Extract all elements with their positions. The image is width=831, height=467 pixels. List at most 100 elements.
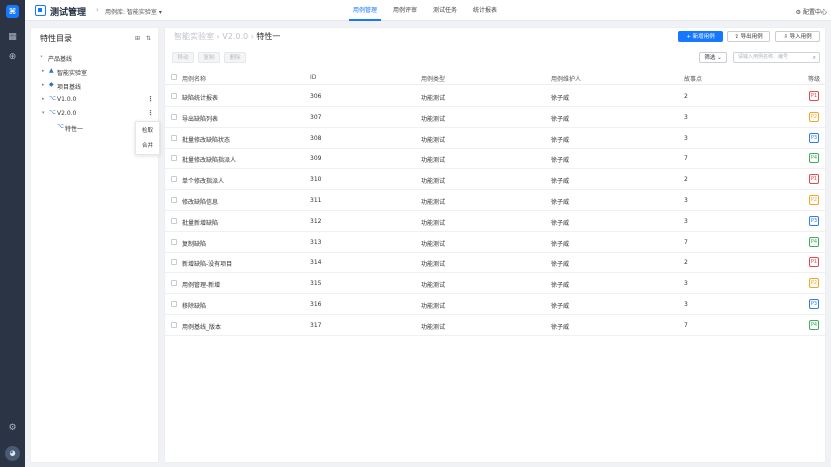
case-name-cell[interactable]: 用例管理-新增 — [182, 280, 220, 289]
case-name-cell[interactable]: 修改缺陷信息 — [182, 197, 218, 206]
case-id-cell: 306 — [310, 93, 322, 100]
app-title: 测试管理 — [50, 8, 87, 18]
top-nav: 用例管理 用例评审 测试任务 统计报表 — [345, 0, 505, 21]
tree-node-product-baseline[interactable]: • 产品基线 — [31, 52, 160, 64]
nav-tab-case-management[interactable]: 用例管理 — [345, 0, 385, 21]
row-checkbox[interactable] — [171, 113, 177, 120]
sort-icon[interactable]: ⇅ — [146, 35, 151, 42]
case-name-cell[interactable]: 批量新增缺陷 — [182, 218, 218, 227]
table-row[interactable]: 用例基线_版本 317 功能测试 徐子威 7 P4 — [165, 315, 825, 336]
tree-node-smart-lab[interactable]: ▸ ▲ 智能实验室 — [31, 66, 160, 78]
settings-gear-icon[interactable]: ⚙ — [7, 423, 18, 434]
tree-node-project-baseline[interactable]: ▸ ◆ 项目基线 — [31, 80, 160, 92]
baseline-icon: ◆ — [49, 81, 54, 88]
context-menu-merge[interactable]: 合并 — [136, 140, 159, 152]
table-row[interactable]: 批量修改缺陷指派人 309 功能测试 徐子威 7 P4 — [165, 148, 825, 170]
library-selector[interactable]: 用例库: 智能实验室 ▾ — [105, 7, 162, 16]
tree-node-v100[interactable]: ▸ ⌥ V1.0.0 ⋮ — [31, 94, 160, 106]
case-name-cell[interactable]: 新增缺陷-没有项目 — [182, 259, 232, 268]
more-vertical-icon[interactable]: ⋮ — [147, 109, 154, 117]
nav-tab-test-tasks[interactable]: 测试任务 — [425, 0, 465, 21]
top-bar: 测试管理 › 用例库: 智能实验室 ▾ 用例管理 用例评审 测试任务 统计报表 … — [25, 0, 831, 21]
search-input[interactable]: 请输入用例名称、编号 ⌕ — [733, 52, 820, 63]
nav-tab-case-review[interactable]: 用例评审 — [385, 0, 425, 21]
lab-icon: ▲ — [49, 67, 54, 74]
caret-right-icon[interactable]: ▸ — [42, 96, 45, 102]
case-name-cell[interactable]: 批量修改缺陷指派人 — [182, 155, 236, 164]
select-all-checkbox[interactable] — [171, 74, 177, 80]
row-checkbox[interactable] — [171, 280, 177, 287]
caret-down-icon[interactable]: ▾ — [42, 110, 45, 116]
caret-right-icon[interactable]: ▸ — [42, 68, 45, 74]
context-menu-checkout[interactable]: 检取 — [136, 125, 159, 137]
case-type-cell: 功能测试 — [421, 261, 446, 269]
add-folder-icon[interactable]: ⊞ — [135, 35, 140, 42]
caret-right-icon[interactable]: ▸ — [42, 82, 45, 88]
feature-icon: ⌥ — [57, 123, 64, 130]
case-name-cell[interactable]: 导出缺陷列表 — [182, 114, 218, 123]
breadcrumb-version[interactable]: V2.0.0 — [222, 32, 248, 41]
version-branch-icon: ⌥ — [49, 95, 56, 102]
row-checkbox[interactable] — [171, 259, 177, 266]
row-checkbox[interactable] — [171, 301, 177, 307]
table-row[interactable]: 批量修改缺陷状态 308 功能测试 徐子威 3 P3 — [165, 128, 825, 149]
row-checkbox[interactable] — [171, 93, 177, 99]
import-cases-button[interactable]: ⇩ 导入用例 — [775, 31, 820, 42]
col-id[interactable]: ID — [310, 74, 316, 81]
table-row[interactable]: 单个修改指派人 310 功能测试 徐子威 2 P1 — [165, 169, 825, 191]
priority-badge: P1 — [809, 91, 819, 101]
case-name-cell[interactable]: 移除缺陷 — [182, 301, 206, 310]
case-type-cell: 功能测试 — [421, 240, 446, 248]
filter-button[interactable]: 筛选 ⌄ — [699, 52, 727, 63]
priority-badge: P2 — [809, 195, 819, 205]
row-checkbox[interactable] — [171, 155, 177, 162]
col-case-name[interactable]: 用例名称 — [182, 74, 206, 83]
move-button[interactable]: 移动 — [172, 52, 194, 63]
col-story-points[interactable]: 故事点 — [684, 74, 702, 83]
user-avatar[interactable]: ◕ — [5, 446, 20, 461]
case-type-cell: 功能测试 — [421, 282, 446, 290]
apps-grid-icon[interactable]: ▦ — [7, 32, 18, 43]
row-checkbox[interactable] — [171, 134, 177, 141]
table-row[interactable]: 导出缺陷列表 307 功能测试 徐子威 3 P2 — [165, 107, 825, 128]
delete-button[interactable]: 删除 — [224, 52, 246, 63]
story-points-cell: 2 — [684, 93, 688, 100]
row-checkbox[interactable] — [171, 217, 177, 224]
table-row[interactable]: 修改缺陷信息 311 功能测试 徐子威 3 P2 — [165, 190, 825, 211]
copy-button[interactable]: 复制 — [198, 52, 220, 63]
table-row[interactable]: 移除缺陷 316 功能测试 徐子威 3 P3 — [165, 294, 825, 315]
priority-badge: P4 — [809, 319, 819, 330]
table-row[interactable]: 新增缺陷-没有项目 314 功能测试 徐子威 2 P1 — [165, 252, 825, 274]
row-checkbox[interactable] — [171, 321, 177, 328]
case-name-cell[interactable]: 批量修改缺陷状态 — [182, 135, 230, 144]
add-circle-icon[interactable]: ⊕ — [7, 52, 18, 63]
new-case-button[interactable]: + 新增用例 — [678, 31, 723, 42]
table-row[interactable]: 批量新增缺陷 312 功能测试 徐子威 3 P3 — [165, 211, 825, 232]
case-name-cell[interactable]: 用例基线_版本 — [182, 322, 221, 331]
case-name-cell[interactable]: 复制缺陷 — [182, 239, 206, 248]
case-name-cell[interactable]: 缺陷统计报表 — [182, 93, 218, 102]
export-icon: ⇪ — [734, 34, 739, 40]
col-maintainer[interactable]: 用例维护人 — [551, 74, 581, 83]
col-level[interactable]: 等级 — [808, 74, 820, 83]
test-management-icon — [35, 5, 46, 16]
export-cases-button[interactable]: ⇪ 导出用例 — [727, 31, 770, 42]
tree-node-v200[interactable]: ▾ ⌥ V2.0.0 ⋮ — [31, 108, 160, 120]
row-checkbox[interactable] — [171, 197, 177, 203]
row-checkbox[interactable] — [171, 238, 177, 245]
config-center-link[interactable]: ⚙ 配置中心 — [796, 7, 827, 16]
priority-badge: P4 — [809, 153, 819, 164]
story-points-cell: 3 — [684, 113, 688, 121]
app-logo-icon[interactable]: ⌘ — [6, 5, 19, 18]
table-row[interactable]: 缺陷统计报表 306 功能测试 徐子威 2 P1 — [165, 86, 825, 107]
col-case-type[interactable]: 用例类型 — [421, 74, 445, 83]
table-row[interactable]: 复制缺陷 313 功能测试 徐子威 7 P4 — [165, 232, 825, 253]
nav-tab-statistics[interactable]: 统计报表 — [465, 0, 505, 21]
case-name-cell[interactable]: 单个修改指派人 — [182, 176, 224, 185]
case-id-cell: 309 — [310, 155, 322, 163]
breadcrumb-lab[interactable]: 智能实验室 — [174, 32, 214, 41]
story-points-cell: 3 — [684, 280, 688, 288]
row-checkbox[interactable] — [171, 176, 177, 183]
more-vertical-icon[interactable]: ⋮ — [147, 95, 154, 103]
table-row[interactable]: 用例管理-新增 315 功能测试 徐子威 3 P2 — [165, 273, 825, 295]
